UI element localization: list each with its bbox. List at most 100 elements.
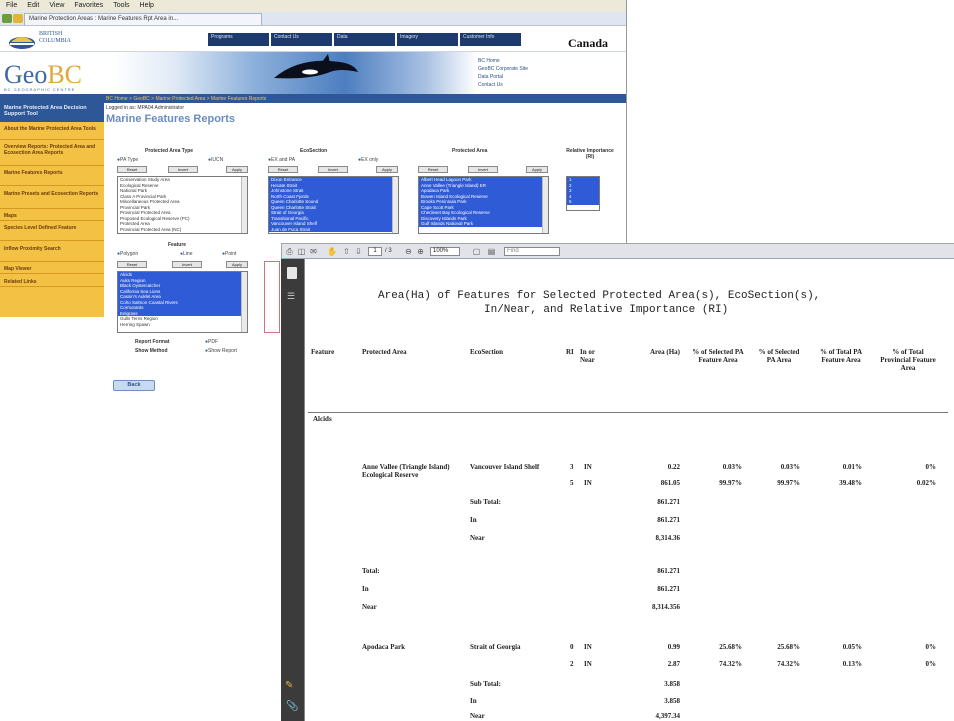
show-report-radio[interactable]: Show Report	[205, 348, 237, 354]
geobc-logo[interactable]: GeoBC	[4, 60, 82, 90]
feature-apply-button[interactable]: Apply	[226, 261, 248, 268]
b2r1-ri: 0	[570, 643, 574, 651]
favorites-star-icon[interactable]	[2, 14, 12, 23]
polygon-radio[interactable]: Polygon	[117, 251, 138, 257]
fit-page-icon[interactable]: ▢	[472, 247, 481, 256]
nav-item-marine-features[interactable]: Marine Features Reports	[0, 168, 104, 186]
menu-favorites[interactable]: Favorites	[74, 2, 103, 9]
quick-link-bc-home[interactable]: BC Home	[478, 58, 500, 64]
pa-type-apply-button[interactable]: Apply	[226, 166, 248, 173]
nav-item-maps[interactable]: Maps	[0, 211, 104, 221]
email-icon[interactable]: ✉	[309, 247, 318, 256]
feature-scrollbar[interactable]	[241, 272, 247, 332]
page-number-input[interactable]: 1	[368, 247, 382, 256]
b1-near-label: Near	[470, 534, 485, 542]
pa-type-scrollbar[interactable]	[241, 177, 247, 233]
ecosection-scrollbar[interactable]	[392, 177, 398, 233]
quick-link-geobc[interactable]: GeoBC Corporate Site	[478, 66, 528, 72]
protected-area-list[interactable]: Albert Head Lagoon Park Anne Vallee (Tri…	[418, 176, 549, 234]
list-item[interactable]: Herring Spawn	[118, 322, 247, 328]
list-item[interactable]: Gulf Islands National Park	[419, 221, 548, 227]
top-tab-contact[interactable]: Contact Us	[271, 33, 333, 46]
quick-link-contact[interactable]: Contact Us	[478, 82, 503, 88]
b1-subtotal-label: Sub Total:	[470, 498, 501, 506]
relative-importance-list[interactable]: 1 2 3 4 5	[566, 176, 600, 211]
zoom-out-icon[interactable]: ⊖	[404, 247, 413, 256]
breadcrumb[interactable]: BC Home > GeoBC > Marine Protected Area …	[106, 96, 266, 102]
zoom-select[interactable]: 100%	[430, 247, 460, 256]
protected-area-scrollbar[interactable]	[542, 177, 548, 233]
ecosection-invert-button[interactable]: Invert	[318, 166, 348, 173]
menu-help[interactable]: Help	[140, 2, 154, 9]
protected-area-reset-button[interactable]: Reset	[418, 166, 448, 173]
col-ri: RI	[566, 348, 574, 356]
ecosection-reset-button[interactable]: Reset	[268, 166, 298, 173]
nav-item-inflow[interactable]: Inflow Proximity Search	[0, 244, 104, 262]
b2r2-pct-sel-pa: 74.32%	[777, 660, 800, 668]
menu-edit[interactable]: Edit	[27, 2, 39, 9]
list-item[interactable]: 5	[567, 199, 599, 205]
col-area: Area (Ha)	[650, 348, 680, 356]
attachment-icon[interactable]: 📎	[286, 701, 298, 713]
top-tab-programs[interactable]: Programs	[208, 33, 270, 46]
page-thumbnail-icon[interactable]	[287, 267, 297, 279]
geobc-subtitle: BC GEOGRAPHIC CENTRE	[4, 87, 76, 92]
feature-reset-button[interactable]: Reset	[117, 261, 147, 268]
pa-type-radio[interactable]: PA Type	[117, 157, 138, 163]
save-icon[interactable]: ◫	[297, 247, 306, 256]
nav-item-related-links[interactable]: Related Links	[0, 277, 104, 287]
top-tab-data[interactable]: Data	[334, 33, 396, 46]
left-nav: Marine Protected Area Decision Support T…	[0, 103, 104, 317]
line-radio[interactable]: Line	[180, 251, 192, 257]
list-item[interactable]: Provincial Protected Area (NC)	[118, 227, 247, 233]
find-input[interactable]: Find	[504, 247, 560, 256]
ecosection-apply-button[interactable]: Apply	[376, 166, 398, 173]
comment-icon[interactable]: ✎	[285, 681, 299, 691]
menu-file[interactable]: File	[6, 2, 17, 9]
menu-view[interactable]: View	[49, 2, 64, 9]
nav-item-about[interactable]: About the Marine Protected Area Tools	[0, 124, 104, 140]
orca-whale-icon	[274, 54, 358, 79]
nav-item-map-viewer[interactable]: Map Viewer	[0, 264, 104, 274]
feature-invert-button[interactable]: Invert	[172, 261, 202, 268]
hand-tool-icon[interactable]: ✋	[327, 247, 337, 256]
zoom-in-icon[interactable]: ⊕	[416, 247, 425, 256]
back-button[interactable]: Back	[113, 380, 155, 391]
feature-label: Feature	[168, 242, 187, 248]
report-format-pdf-radio[interactable]: PDF	[205, 339, 218, 345]
next-page-icon[interactable]: ⇩	[354, 247, 363, 256]
browser-tab[interactable]: Marine Protection Areas : Marine Feature…	[24, 13, 262, 25]
protected-area-invert-button[interactable]: Invert	[468, 166, 498, 173]
previous-page-icon[interactable]: ⇧	[342, 247, 351, 256]
protected-area-apply-button[interactable]: Apply	[526, 166, 548, 173]
bookmarks-icon[interactable]: ☰	[287, 291, 297, 301]
b2-subtotal-value: 3.858	[664, 680, 680, 688]
point-radio[interactable]: Point	[222, 251, 236, 257]
col-pct-total-provincial: % of Total Provincial Feature Area	[880, 348, 936, 372]
pa-type-list[interactable]: Conservation Study Area Ecological Reser…	[117, 176, 248, 234]
top-tab-customer[interactable]: Customer Info	[460, 33, 522, 46]
feature-list[interactable]: Alcids Auks Region Black Oystercatcher C…	[117, 271, 248, 333]
iucn-radio[interactable]: IUCN	[208, 157, 223, 163]
top-tab-imagery[interactable]: Imagery	[397, 33, 459, 46]
nav-item-overview-reports[interactable]: Overview Reports: Protected Area and Eco…	[0, 142, 104, 166]
pa-type-reset-button[interactable]: Reset	[117, 166, 147, 173]
pa-type-invert-button[interactable]: Invert	[168, 166, 198, 173]
add-favorite-icon[interactable]	[13, 14, 23, 23]
nav-item-species[interactable]: Species Level Defined Feature	[0, 223, 104, 241]
fit-width-icon[interactable]: ▤	[487, 247, 496, 256]
print-icon[interactable]: ⎙	[285, 247, 294, 256]
menu-tools[interactable]: Tools	[113, 2, 129, 9]
ex-only-radio[interactable]: EX only	[358, 157, 378, 163]
protected-area-label: Protected Area	[452, 148, 488, 154]
b1-in-value: 861.271	[657, 516, 680, 524]
pdf-toolbar: ⎙ ◫ ✉ ✋ ⇧ ⇩ 1 / 3 ⊖ ⊕ 100% ▢ ▤ Find	[281, 243, 954, 259]
collapsed-list-edge[interactable]	[264, 261, 280, 333]
ecosection-list[interactable]: Dixon Entrance Hecate Strait Johnstone S…	[268, 176, 399, 234]
quick-link-data-portal[interactable]: Data Portal	[478, 74, 503, 80]
list-item[interactable]: Juan de Fuca Strait	[269, 226, 398, 232]
ex-and-pa-radio[interactable]: EX and PA	[268, 157, 295, 163]
bc-logo[interactable]: BRITISH COLUMBIA	[8, 30, 118, 50]
nav-item-marine-presets[interactable]: Marine Presets and Ecosection Reports	[0, 189, 104, 209]
total-near-label: Near	[362, 603, 377, 611]
